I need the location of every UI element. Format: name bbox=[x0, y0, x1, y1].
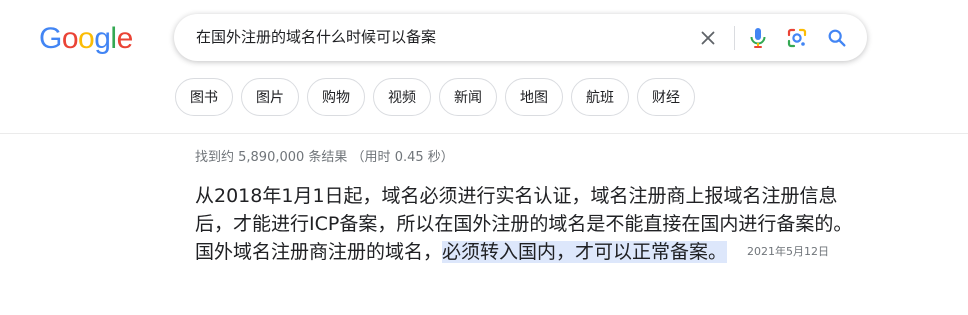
chip-books[interactable]: 图书 bbox=[175, 78, 233, 116]
google-lens-icon bbox=[787, 28, 807, 48]
featured-snippet: 从2018年1月1日起，域名必须进行实名认证，域名注册商上报域名注册信息后，才能… bbox=[195, 182, 855, 266]
search-input[interactable] bbox=[196, 14, 676, 61]
search-box bbox=[174, 14, 867, 61]
snippet-highlight: 必须转入国内，才可以正常备案。 bbox=[442, 241, 728, 263]
chip-shopping[interactable]: 购物 bbox=[307, 78, 365, 116]
logo-letter-o2: o bbox=[78, 22, 95, 55]
google-logo[interactable]: Google bbox=[39, 22, 133, 56]
search-filter-chips: 图书 图片 购物 视频 新闻 地图 航班 财经 bbox=[175, 78, 695, 116]
snippet-highlight-text: 必须转入国内，才可以正常备案 bbox=[442, 241, 709, 263]
chip-images[interactable]: 图片 bbox=[241, 78, 299, 116]
search-box-separator bbox=[734, 26, 735, 50]
chip-videos[interactable]: 视频 bbox=[373, 78, 431, 116]
chip-flights[interactable]: 航班 bbox=[571, 78, 629, 116]
search-button[interactable] bbox=[824, 25, 850, 51]
search-icon bbox=[828, 29, 846, 47]
header-divider bbox=[0, 133, 968, 134]
logo-letter-g: G bbox=[39, 22, 62, 55]
logo-letter-g2: g bbox=[94, 22, 111, 55]
snippet-end-punctuation: 。 bbox=[708, 241, 728, 263]
clear-search-button[interactable] bbox=[695, 25, 721, 51]
snippet-date: 2021年5月12日 bbox=[747, 245, 830, 258]
voice-search-button[interactable] bbox=[745, 25, 771, 51]
logo-letter-e: e bbox=[116, 22, 134, 55]
result-stats: 找到约 5,890,000 条结果 （用时 0.45 秒） bbox=[195, 150, 454, 165]
chip-finance[interactable]: 财经 bbox=[637, 78, 695, 116]
chip-maps[interactable]: 地图 bbox=[505, 78, 563, 116]
close-icon bbox=[701, 31, 715, 45]
chip-news[interactable]: 新闻 bbox=[439, 78, 497, 116]
microphone-icon bbox=[750, 28, 766, 48]
logo-letter-o1: o bbox=[61, 22, 79, 55]
image-search-button[interactable] bbox=[784, 25, 810, 51]
